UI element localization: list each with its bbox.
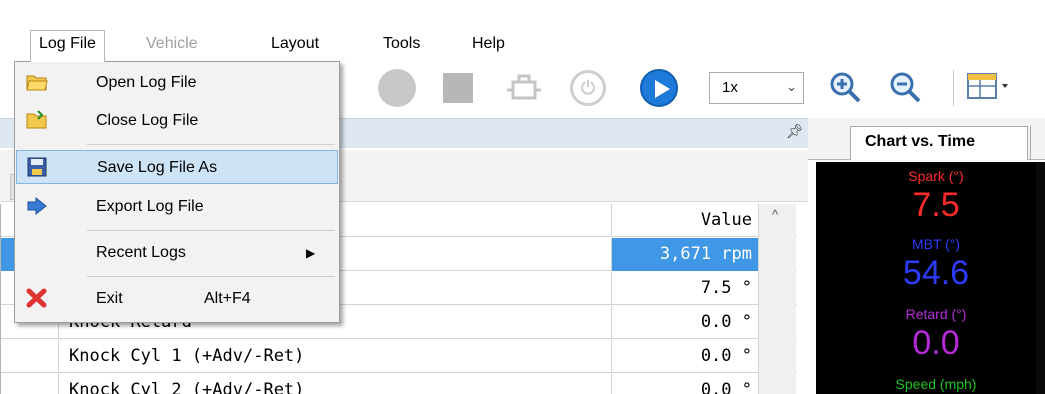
gauge-panel-edge [1036, 162, 1045, 394]
menu-layout[interactable]: Layout [271, 35, 319, 53]
save-icon [27, 157, 49, 177]
submenu-arrow-icon: ▶ [306, 246, 316, 260]
toolbar-separator [953, 70, 954, 106]
chevron-down-icon: ⌄ [786, 79, 797, 94]
engine-icon[interactable] [507, 72, 543, 108]
gauge-mbt-value: 54.6 [902, 254, 970, 292]
zoom-in-icon[interactable] [829, 71, 861, 103]
gauge-speed-label: Speed (mph) [895, 376, 977, 392]
playback-speed-select[interactable]: 1x ⌄ [709, 72, 804, 104]
menu-item-close-log-file[interactable]: Close Log File [16, 104, 338, 138]
gauge-retard-label: Retard (°) [905, 306, 967, 322]
row-name: Knock Cyl 1 (+Adv/-Ret) [69, 346, 305, 366]
power-icon[interactable]: ⏻ [570, 70, 606, 106]
menu-separator [87, 230, 335, 231]
row-value: 0.0 ° [700, 346, 752, 366]
menu-item-export-log-file[interactable]: Export Log File [16, 190, 338, 224]
gauge-retard-value: 0.0 [912, 324, 960, 362]
zoom-out-icon[interactable] [889, 71, 921, 103]
close-x-icon [26, 288, 48, 308]
menu-item-save-log-file-as[interactable]: Save Log File As [16, 150, 338, 184]
menu-item-exit[interactable]: Exit Alt+F4 [16, 282, 338, 316]
menu-tools[interactable]: Tools [383, 35, 420, 53]
layout-icon[interactable] [966, 72, 1010, 106]
gauge-mbt-label: MBT (°) [911, 236, 961, 252]
scroll-up-icon[interactable]: ^ [772, 207, 778, 222]
tab-chart-vs-time[interactable]: Chart vs. Time [850, 126, 1028, 160]
row-value: 0.0 ° [700, 380, 752, 394]
table-row[interactable]: Knock Cyl 1 (+Adv/-Ret) 0.0 ° [1, 340, 797, 373]
exit-shortcut: Alt+F4 [204, 290, 251, 307]
folder-close-icon [26, 110, 48, 130]
vertical-scrollbar[interactable] [758, 204, 796, 394]
menu-item-open-log-file[interactable]: Open Log File [16, 66, 338, 100]
folder-open-icon [26, 72, 48, 92]
row-value: 0.0 ° [700, 312, 752, 332]
playback-speed-value: 1x [722, 79, 738, 96]
table-row[interactable]: Knock Cyl 2 (+Adv/-Ret) 0.0 ° [1, 374, 797, 394]
menu-separator [87, 276, 335, 277]
row-header-cell [1, 374, 59, 394]
stop-button[interactable] [443, 73, 473, 103]
pin-icon[interactable]: 📌︎ [786, 123, 804, 140]
gauge-panel: Spark (°) 7.5 MBT (°) 54.6 Retard (°) 0.… [816, 162, 1045, 394]
export-icon [26, 196, 48, 216]
row-header-cell [1, 340, 59, 373]
gauge-spark-value: 7.5 [912, 186, 960, 224]
gauge-spark-label: Spark (°) [908, 168, 964, 184]
log-file-menu: Open Log File Close Log File Save Log Fi… [14, 61, 340, 323]
menu-item-recent-logs[interactable]: Recent Logs ▶ [16, 236, 338, 270]
play-button[interactable] [640, 69, 678, 107]
menu-help[interactable]: Help [472, 35, 505, 53]
row-value: 3,671 rpm [659, 244, 752, 264]
menu-log-file[interactable]: Log File [30, 30, 105, 62]
title-area [0, 0, 1045, 26]
tab-next[interactable] [1030, 126, 1045, 160]
menu-vehicle[interactable]: Vehicle [146, 35, 198, 53]
menu-separator [87, 144, 335, 145]
record-button[interactable] [378, 69, 416, 107]
row-value: 7.5 ° [700, 278, 752, 298]
value-column-header[interactable]: Value [701, 210, 752, 230]
row-name: Knock Cyl 2 (+Adv/-Ret) [69, 380, 305, 394]
